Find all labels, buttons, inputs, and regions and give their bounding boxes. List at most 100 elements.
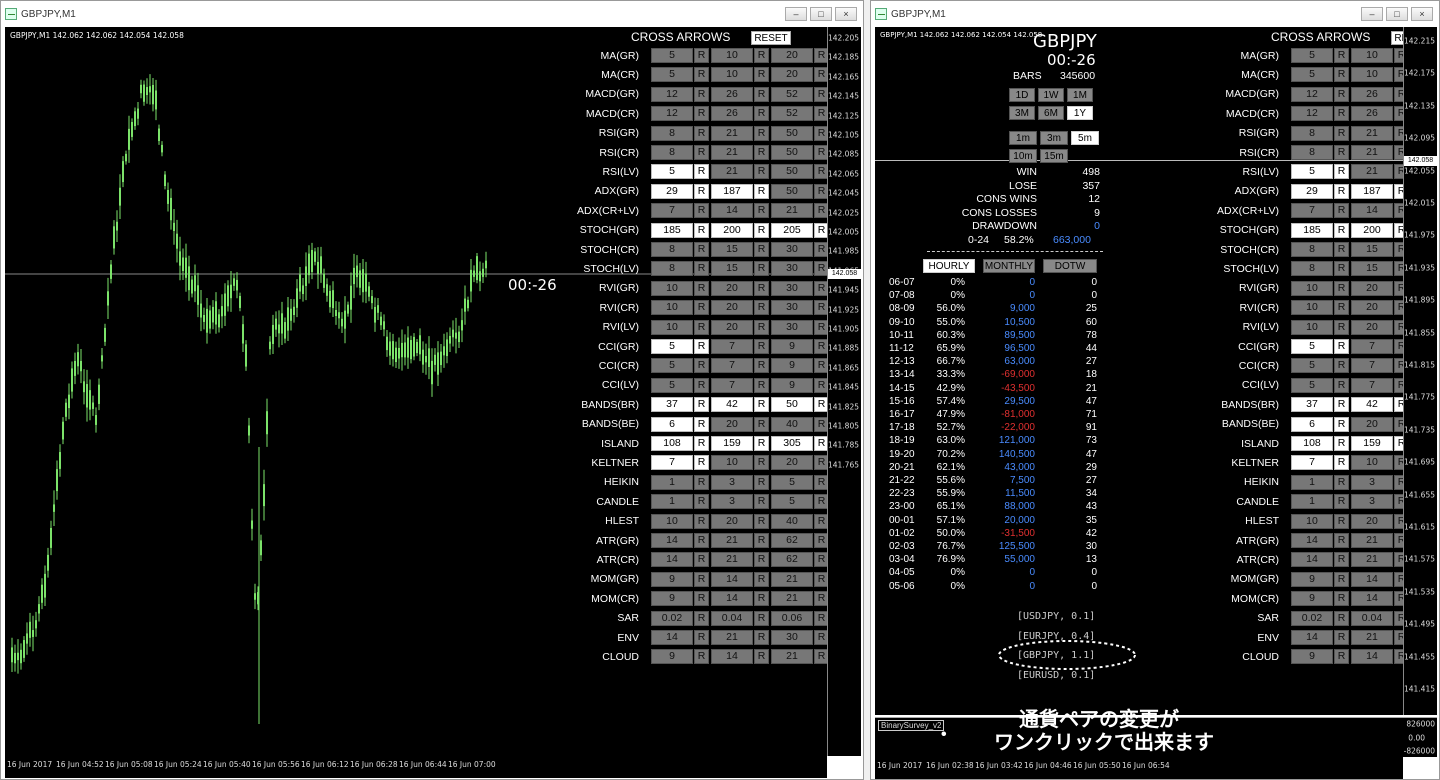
- period-input[interactable]: 159: [1351, 436, 1393, 451]
- period-input[interactable]: 9: [771, 377, 813, 393]
- reset-cell-button[interactable]: R: [754, 242, 769, 257]
- timeframe-button[interactable]: 15m: [1040, 149, 1068, 163]
- period-input[interactable]: 14: [1351, 571, 1393, 587]
- period-input[interactable]: 5: [1291, 377, 1333, 393]
- period-input[interactable]: 14: [1351, 203, 1393, 219]
- period-input[interactable]: 5: [651, 377, 693, 393]
- reset-cell-button[interactable]: R: [754, 280, 769, 296]
- reset-cell-button[interactable]: R: [694, 474, 709, 490]
- period-input[interactable]: 8: [1291, 125, 1333, 141]
- period-input[interactable]: 21: [771, 571, 813, 587]
- reset-cell-button[interactable]: R: [1334, 571, 1349, 587]
- period-input[interactable]: 21: [1351, 164, 1393, 180]
- pair-item[interactable]: [EURUSD, 0.1]: [1017, 670, 1095, 681]
- reset-cell-button[interactable]: R: [1334, 300, 1349, 316]
- period-input[interactable]: 1: [651, 474, 693, 490]
- period-input[interactable]: 12: [1291, 86, 1333, 102]
- period-input[interactable]: 14: [1351, 649, 1393, 665]
- period-input[interactable]: 21: [711, 533, 753, 548]
- period-input[interactable]: 7: [1351, 377, 1393, 393]
- reset-cell-button[interactable]: R: [1334, 533, 1349, 548]
- period-input[interactable]: 42: [1351, 397, 1393, 413]
- reset-cell-button[interactable]: R: [694, 125, 709, 141]
- period-input[interactable]: 9: [651, 649, 693, 665]
- maximize-button[interactable]: □: [810, 7, 832, 21]
- period-input[interactable]: 12: [1291, 106, 1333, 122]
- reset-cell-button[interactable]: R: [754, 630, 769, 645]
- period-input[interactable]: 42: [711, 397, 753, 413]
- period-input[interactable]: 187: [1351, 183, 1393, 199]
- reset-cell-button[interactable]: R: [694, 242, 709, 257]
- period-input[interactable]: 8: [1291, 242, 1333, 257]
- period-input[interactable]: 7: [651, 203, 693, 219]
- reset-cell-button[interactable]: R: [754, 377, 769, 393]
- reset-cell-button[interactable]: R: [754, 67, 769, 83]
- reset-cell-button[interactable]: R: [1334, 183, 1349, 199]
- period-input[interactable]: 10: [651, 319, 693, 335]
- period-input[interactable]: 62: [771, 552, 813, 568]
- period-input[interactable]: 9: [651, 571, 693, 587]
- period-input[interactable]: 305: [771, 436, 813, 451]
- period-input[interactable]: 52: [771, 106, 813, 122]
- period-input[interactable]: 10: [1351, 455, 1393, 471]
- period-input[interactable]: 20: [1351, 280, 1393, 296]
- period-input[interactable]: 21: [711, 552, 753, 568]
- reset-cell-button[interactable]: R: [694, 261, 709, 277]
- reset-cell-button[interactable]: R: [754, 164, 769, 180]
- period-input[interactable]: 5: [651, 339, 693, 354]
- period-input[interactable]: 20: [771, 455, 813, 471]
- minimize-button[interactable]: –: [1361, 7, 1383, 21]
- period-input[interactable]: 5: [1291, 358, 1333, 374]
- period-input[interactable]: 20: [711, 416, 753, 432]
- minimize-button[interactable]: –: [785, 7, 807, 21]
- period-input[interactable]: 5: [651, 48, 693, 63]
- window-titlebar[interactable]: GBPJPY,M1 – □ ×: [871, 1, 1439, 27]
- period-input[interactable]: 7: [1291, 455, 1333, 471]
- period-input[interactable]: 26: [711, 106, 753, 122]
- period-input[interactable]: 20: [771, 67, 813, 83]
- period-input[interactable]: 21: [1351, 125, 1393, 141]
- period-input[interactable]: 21: [1351, 533, 1393, 548]
- period-input[interactable]: 5: [651, 164, 693, 180]
- reset-cell-button[interactable]: R: [754, 358, 769, 374]
- period-button[interactable]: 3M: [1009, 106, 1035, 120]
- reset-cell-button[interactable]: R: [754, 494, 769, 510]
- period-input[interactable]: 5: [1291, 67, 1333, 83]
- price-chart[interactable]: GBPJPY,M1 142.062 142.062 142.054 142.05…: [5, 27, 861, 756]
- reset-cell-button[interactable]: R: [754, 106, 769, 122]
- period-input[interactable]: 30: [771, 319, 813, 335]
- reset-cell-button[interactable]: R: [1334, 339, 1349, 354]
- period-input[interactable]: 7: [1291, 203, 1333, 219]
- period-input[interactable]: 14: [651, 552, 693, 568]
- period-input[interactable]: 0.04: [711, 610, 753, 626]
- stats-tab[interactable]: HOURLY: [923, 259, 975, 273]
- reset-cell-button[interactable]: R: [694, 630, 709, 645]
- reset-cell-button[interactable]: R: [694, 339, 709, 354]
- reset-cell-button[interactable]: R: [694, 300, 709, 316]
- period-input[interactable]: 187: [711, 183, 753, 199]
- reset-cell-button[interactable]: R: [1334, 106, 1349, 122]
- reset-cell-button[interactable]: R: [1334, 261, 1349, 277]
- reset-cell-button[interactable]: R: [754, 86, 769, 102]
- period-input[interactable]: 9: [1291, 649, 1333, 665]
- period-input[interactable]: 20: [1351, 319, 1393, 335]
- reset-cell-button[interactable]: R: [1334, 494, 1349, 510]
- period-input[interactable]: 9: [771, 358, 813, 374]
- period-input[interactable]: 20: [771, 48, 813, 63]
- reset-button[interactable]: RESET: [751, 31, 791, 45]
- period-input[interactable]: 14: [1291, 533, 1333, 548]
- reset-cell-button[interactable]: R: [754, 319, 769, 335]
- reset-cell-button[interactable]: R: [694, 48, 709, 63]
- period-input[interactable]: 62: [771, 533, 813, 548]
- period-input[interactable]: 30: [771, 630, 813, 645]
- period-input[interactable]: 1: [1291, 474, 1333, 490]
- period-input[interactable]: 15: [1351, 242, 1393, 257]
- reset-cell-button[interactable]: R: [1334, 377, 1349, 393]
- period-input[interactable]: 5: [651, 358, 693, 374]
- period-input[interactable]: 7: [711, 358, 753, 374]
- reset-cell-button[interactable]: R: [754, 552, 769, 568]
- period-input[interactable]: 50: [771, 164, 813, 180]
- reset-cell-button[interactable]: R: [754, 571, 769, 587]
- pair-item[interactable]: [USDJPY, 0.1]: [1017, 611, 1095, 622]
- period-input[interactable]: 200: [711, 222, 753, 238]
